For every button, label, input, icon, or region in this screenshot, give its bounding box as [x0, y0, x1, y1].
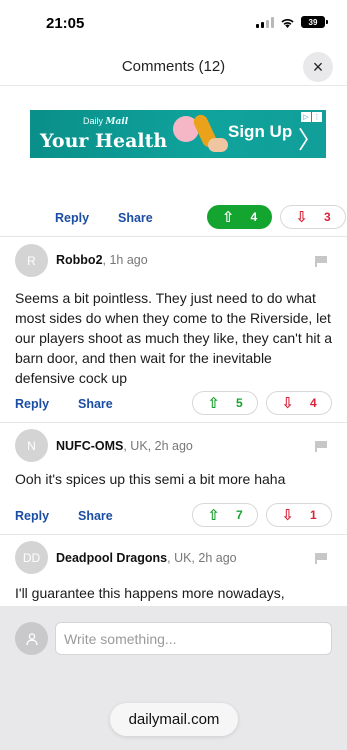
- downvote-button[interactable]: ⇩ 4: [266, 391, 332, 415]
- avatar[interactable]: R: [15, 244, 48, 277]
- comment-input[interactable]: [55, 622, 332, 655]
- share-button[interactable]: Share: [118, 211, 153, 225]
- ad-brand-prefix: Daily: [83, 116, 104, 126]
- ad-headline: Your Health: [40, 130, 168, 152]
- upvote-count: 4: [250, 210, 258, 224]
- downvote-count: 1: [309, 508, 317, 522]
- comment-author[interactable]: NUFC-OMS: [56, 439, 123, 453]
- user-icon: [25, 632, 38, 645]
- ad-menu-icon: ⋮: [312, 112, 322, 122]
- share-button[interactable]: Share: [78, 397, 113, 411]
- divider: [0, 236, 347, 237]
- arrow-up-icon: ⇧: [207, 395, 220, 412]
- divider: [0, 422, 347, 423]
- comment-text: I'll guarantee this happens more nowaday…: [15, 585, 285, 601]
- comment-meta: Deadpool Dragons, UK, 2h ago: [56, 551, 237, 565]
- share-button[interactable]: Share: [78, 509, 113, 523]
- arrow-up-icon: ⇧: [207, 507, 220, 524]
- cellular-signal-icon: [256, 16, 274, 28]
- comment-actions: Reply Share ⇧ 4 ⇩ 3: [0, 205, 347, 233]
- avatar[interactable]: N: [15, 429, 48, 462]
- ad-brand-name: Mail: [105, 117, 129, 127]
- comment-timestamp: , UK, 2h ago: [123, 439, 193, 453]
- downvote-count: 4: [309, 396, 317, 410]
- reply-button[interactable]: Reply: [15, 509, 49, 523]
- upvote-count: 7: [235, 508, 243, 522]
- reply-button[interactable]: Reply: [15, 397, 49, 411]
- ad-signup-button[interactable]: Sign Up: [228, 122, 292, 142]
- tablet-graphic: [208, 138, 228, 152]
- flag-icon[interactable]: [315, 553, 327, 564]
- ad-play-icon: ▷: [301, 112, 311, 122]
- status-time: 21:05: [46, 15, 85, 32]
- upvote-count: 5: [235, 396, 243, 410]
- flag-icon[interactable]: [315, 441, 327, 452]
- close-button[interactable]: ×: [303, 52, 333, 82]
- upvote-button[interactable]: ⇧ 4: [207, 205, 272, 229]
- comment-timestamp: , UK, 2h ago: [167, 551, 237, 565]
- comment-text: Ooh it's spices up this semi a bit more …: [15, 471, 286, 487]
- comments-header: Comments (12) ×: [0, 50, 347, 86]
- downvote-button[interactable]: ⇩ 3: [280, 205, 346, 229]
- arrow-down-icon: ⇩: [281, 507, 294, 524]
- arrow-up-icon: ⇧: [221, 209, 235, 226]
- chevron-right-icon: 〉: [298, 127, 322, 154]
- comment-author[interactable]: Robbo2: [56, 253, 103, 267]
- close-icon: ×: [312, 56, 324, 77]
- comment-actions: Reply Share ⇧ 7 ⇩ 1: [0, 503, 347, 531]
- flag-icon[interactable]: [315, 256, 327, 267]
- downvote-count: 3: [323, 210, 331, 224]
- downvote-button[interactable]: ⇩ 1: [266, 503, 332, 527]
- arrow-down-icon: ⇩: [295, 209, 308, 226]
- upvote-button[interactable]: ⇧ 5: [192, 391, 258, 415]
- comment-meta: Robbo2, 1h ago: [56, 253, 148, 267]
- comment-text: Seems a bit pointless. They just need to…: [15, 290, 333, 386]
- ad-choices-badge[interactable]: ▷ ⋮: [301, 112, 322, 122]
- battery-level: 39: [308, 17, 318, 27]
- comment-author[interactable]: Deadpool Dragons: [56, 551, 167, 565]
- avatar[interactable]: DD: [15, 541, 48, 574]
- upvote-button[interactable]: ⇧ 7: [192, 503, 258, 527]
- battery-icon: 39: [301, 16, 328, 28]
- page-title: Comments (12): [121, 58, 226, 75]
- comment-timestamp: , 1h ago: [102, 253, 148, 267]
- status-bar: 21:05 39: [0, 0, 347, 46]
- reply-button[interactable]: Reply: [55, 211, 89, 225]
- arrow-down-icon: ⇩: [281, 395, 294, 412]
- user-avatar: [15, 622, 48, 655]
- wifi-icon: [281, 18, 294, 28]
- divider: [0, 534, 347, 535]
- advertisement-banner[interactable]: Daily Mail Your Health Sign Up 〉 ▷ ⋮: [30, 110, 326, 158]
- ad-brand: Daily Mail: [83, 116, 128, 127]
- url-text: dailymail.com: [128, 711, 220, 728]
- browser-url-bar[interactable]: dailymail.com: [110, 703, 238, 736]
- comment-meta: NUFC-OMS, UK, 2h ago: [56, 439, 193, 453]
- status-icons: 39: [256, 16, 328, 28]
- comment-actions: Reply Share ⇧ 5 ⇩ 4: [0, 391, 347, 419]
